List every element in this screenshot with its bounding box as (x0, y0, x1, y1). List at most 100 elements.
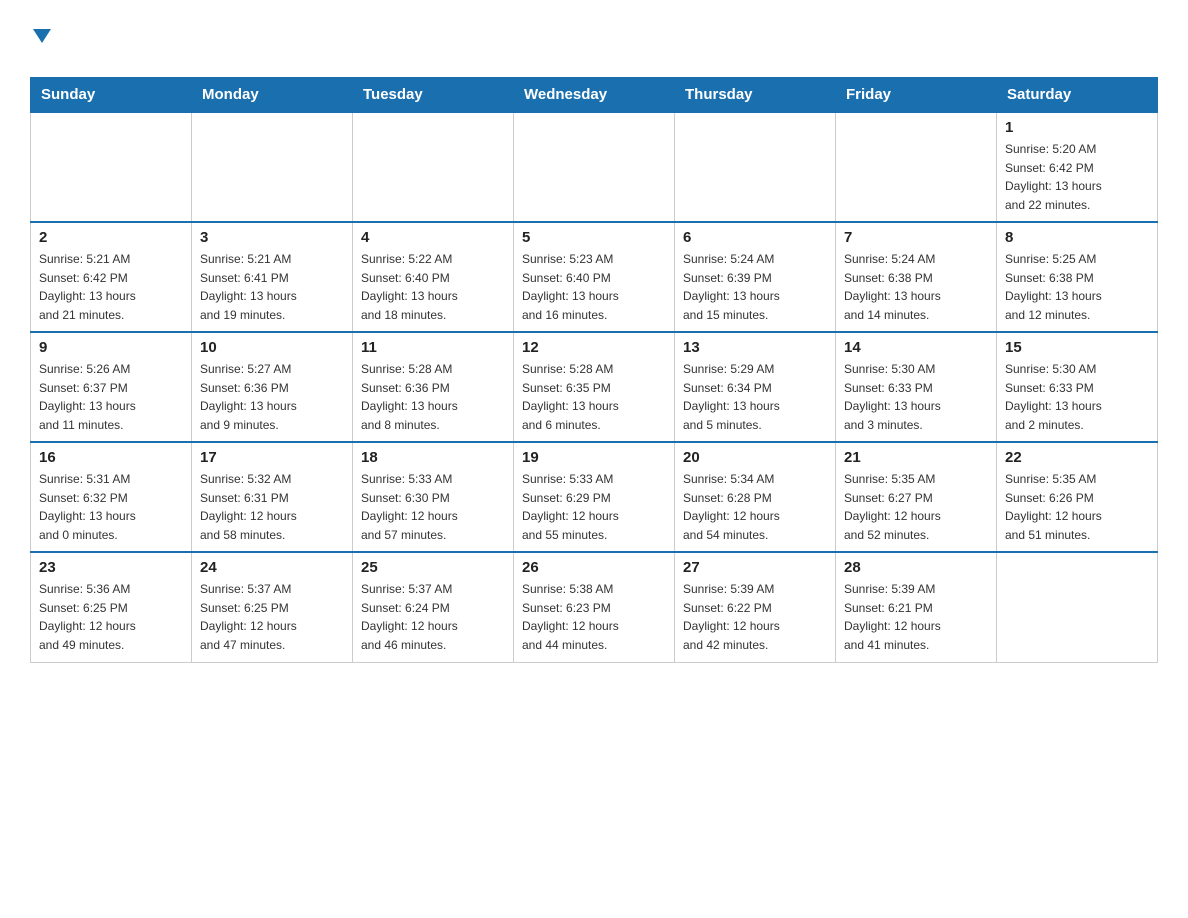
day-number: 27 (683, 559, 827, 576)
day-number: 2 (39, 229, 183, 246)
day-number: 8 (1005, 229, 1149, 246)
day-info: Sunrise: 5:36 AM Sunset: 6:25 PM Dayligh… (39, 580, 183, 654)
day-number: 24 (200, 559, 344, 576)
day-info: Sunrise: 5:39 AM Sunset: 6:22 PM Dayligh… (683, 580, 827, 654)
day-info: Sunrise: 5:31 AM Sunset: 6:32 PM Dayligh… (39, 470, 183, 544)
calendar-cell: 13 Sunrise: 5:29 AM Sunset: 6:34 PM Dayli… (675, 332, 836, 442)
day-number: 13 (683, 339, 827, 356)
weekday-header-saturday: Saturday (997, 78, 1158, 113)
day-number: 15 (1005, 339, 1149, 356)
day-number: 23 (39, 559, 183, 576)
day-number: 9 (39, 339, 183, 356)
day-number: 7 (844, 229, 988, 246)
calendar-cell: 23 Sunrise: 5:36 AM Sunset: 6:25 PM Dayli… (31, 552, 192, 662)
weekday-header-wednesday: Wednesday (514, 78, 675, 113)
weekday-header-thursday: Thursday (675, 78, 836, 113)
calendar-cell: 4Sunrise: 5:22 AM Sunset: 6:40 PM Daylig… (353, 222, 514, 332)
calendar-cell: 21 Sunrise: 5:35 AM Sunset: 6:27 PM Dayli… (836, 442, 997, 552)
day-number: 6 (683, 229, 827, 246)
calendar-week-4: 16 Sunrise: 5:31 AM Sunset: 6:32 PM Dayli… (31, 442, 1158, 552)
calendar-cell: 19 Sunrise: 5:33 AM Sunset: 6:29 PM Dayli… (514, 442, 675, 552)
page-header (30, 20, 1158, 67)
calendar-cell: 5 Sunrise: 5:23 AM Sunset: 6:40 PM Daylig… (514, 222, 675, 332)
calendar-cell: 15 Sunrise: 5:30 AM Sunset: 6:33 PM Dayli… (997, 332, 1158, 442)
day-info: Sunrise: 5:29 AM Sunset: 6:34 PM Dayligh… (683, 360, 827, 434)
day-info: Sunrise: 5:25 AM Sunset: 6:38 PM Dayligh… (1005, 250, 1149, 324)
calendar-cell: 22 Sunrise: 5:35 AM Sunset: 6:26 PM Dayli… (997, 442, 1158, 552)
day-info: Sunrise: 5:28 AM Sunset: 6:35 PM Dayligh… (522, 360, 666, 434)
day-info: Sunrise: 5:35 AM Sunset: 6:26 PM Dayligh… (1005, 470, 1149, 544)
day-info: Sunrise: 5:23 AM Sunset: 6:40 PM Dayligh… (522, 250, 666, 324)
day-info: Sunrise: 5:24 AM Sunset: 6:39 PM Dayligh… (683, 250, 827, 324)
day-number: 11 (361, 339, 505, 356)
calendar-cell: 10 Sunrise: 5:27 AM Sunset: 6:36 PM Dayli… (192, 332, 353, 442)
day-number: 26 (522, 559, 666, 576)
day-info: Sunrise: 5:27 AM Sunset: 6:36 PM Dayligh… (200, 360, 344, 434)
calendar-cell: 20Sunrise: 5:34 AM Sunset: 6:28 PM Dayli… (675, 442, 836, 552)
weekday-header-tuesday: Tuesday (353, 78, 514, 113)
day-info: Sunrise: 5:34 AM Sunset: 6:28 PM Dayligh… (683, 470, 827, 544)
day-info: Sunrise: 5:24 AM Sunset: 6:38 PM Dayligh… (844, 250, 988, 324)
calendar-cell (31, 112, 192, 222)
calendar-cell (192, 112, 353, 222)
calendar-cell: 27 Sunrise: 5:39 AM Sunset: 6:22 PM Dayli… (675, 552, 836, 662)
day-info: Sunrise: 5:37 AM Sunset: 6:25 PM Dayligh… (200, 580, 344, 654)
calendar-cell: 9 Sunrise: 5:26 AM Sunset: 6:37 PM Daylig… (31, 332, 192, 442)
day-number: 5 (522, 229, 666, 246)
day-info: Sunrise: 5:30 AM Sunset: 6:33 PM Dayligh… (844, 360, 988, 434)
day-number: 14 (844, 339, 988, 356)
day-number: 12 (522, 339, 666, 356)
day-number: 21 (844, 449, 988, 466)
calendar-cell: 1Sunrise: 5:20 AM Sunset: 6:42 PM Daylig… (997, 112, 1158, 222)
day-number: 25 (361, 559, 505, 576)
calendar-cell: 28 Sunrise: 5:39 AM Sunset: 6:21 PM Dayli… (836, 552, 997, 662)
day-number: 22 (1005, 449, 1149, 466)
day-info: Sunrise: 5:35 AM Sunset: 6:27 PM Dayligh… (844, 470, 988, 544)
calendar-cell: 24 Sunrise: 5:37 AM Sunset: 6:25 PM Dayli… (192, 552, 353, 662)
calendar-cell: 17 Sunrise: 5:32 AM Sunset: 6:31 PM Dayli… (192, 442, 353, 552)
calendar-week-5: 23 Sunrise: 5:36 AM Sunset: 6:25 PM Dayli… (31, 552, 1158, 662)
calendar-week-1: 1Sunrise: 5:20 AM Sunset: 6:42 PM Daylig… (31, 112, 1158, 222)
day-number: 28 (844, 559, 988, 576)
day-info: Sunrise: 5:39 AM Sunset: 6:21 PM Dayligh… (844, 580, 988, 654)
day-number: 4 (361, 229, 505, 246)
day-number: 18 (361, 449, 505, 466)
calendar-cell: 7 Sunrise: 5:24 AM Sunset: 6:38 PM Daylig… (836, 222, 997, 332)
calendar-cell: 18Sunrise: 5:33 AM Sunset: 6:30 PM Dayli… (353, 442, 514, 552)
calendar-cell (353, 112, 514, 222)
day-info: Sunrise: 5:33 AM Sunset: 6:29 PM Dayligh… (522, 470, 666, 544)
day-info: Sunrise: 5:26 AM Sunset: 6:37 PM Dayligh… (39, 360, 183, 434)
logo-triangle-icon (33, 29, 51, 43)
day-info: Sunrise: 5:21 AM Sunset: 6:41 PM Dayligh… (200, 250, 344, 324)
calendar-header-row: SundayMondayTuesdayWednesdayThursdayFrid… (31, 78, 1158, 113)
day-info: Sunrise: 5:20 AM Sunset: 6:42 PM Dayligh… (1005, 140, 1149, 214)
day-number: 17 (200, 449, 344, 466)
day-number: 3 (200, 229, 344, 246)
calendar-table: SundayMondayTuesdayWednesdayThursdayFrid… (30, 77, 1158, 663)
day-info: Sunrise: 5:30 AM Sunset: 6:33 PM Dayligh… (1005, 360, 1149, 434)
calendar-cell (675, 112, 836, 222)
calendar-week-2: 2 Sunrise: 5:21 AM Sunset: 6:42 PM Daylig… (31, 222, 1158, 332)
calendar-cell: 14 Sunrise: 5:30 AM Sunset: 6:33 PM Dayli… (836, 332, 997, 442)
day-info: Sunrise: 5:32 AM Sunset: 6:31 PM Dayligh… (200, 470, 344, 544)
weekday-header-monday: Monday (192, 78, 353, 113)
weekday-header-sunday: Sunday (31, 78, 192, 113)
calendar-cell: 16 Sunrise: 5:31 AM Sunset: 6:32 PM Dayli… (31, 442, 192, 552)
calendar-cell (997, 552, 1158, 662)
day-number: 19 (522, 449, 666, 466)
calendar-cell: 8 Sunrise: 5:25 AM Sunset: 6:38 PM Daylig… (997, 222, 1158, 332)
calendar-cell: 3 Sunrise: 5:21 AM Sunset: 6:41 PM Daylig… (192, 222, 353, 332)
logo (30, 20, 51, 67)
day-info: Sunrise: 5:38 AM Sunset: 6:23 PM Dayligh… (522, 580, 666, 654)
calendar-cell: 26 Sunrise: 5:38 AM Sunset: 6:23 PM Dayli… (514, 552, 675, 662)
day-number: 10 (200, 339, 344, 356)
calendar-cell: 11Sunrise: 5:28 AM Sunset: 6:36 PM Dayli… (353, 332, 514, 442)
calendar-cell: 6 Sunrise: 5:24 AM Sunset: 6:39 PM Daylig… (675, 222, 836, 332)
calendar-cell (514, 112, 675, 222)
calendar-cell (836, 112, 997, 222)
calendar-cell: 12 Sunrise: 5:28 AM Sunset: 6:35 PM Dayli… (514, 332, 675, 442)
calendar-week-3: 9 Sunrise: 5:26 AM Sunset: 6:37 PM Daylig… (31, 332, 1158, 442)
day-number: 16 (39, 449, 183, 466)
weekday-header-friday: Friday (836, 78, 997, 113)
day-info: Sunrise: 5:21 AM Sunset: 6:42 PM Dayligh… (39, 250, 183, 324)
